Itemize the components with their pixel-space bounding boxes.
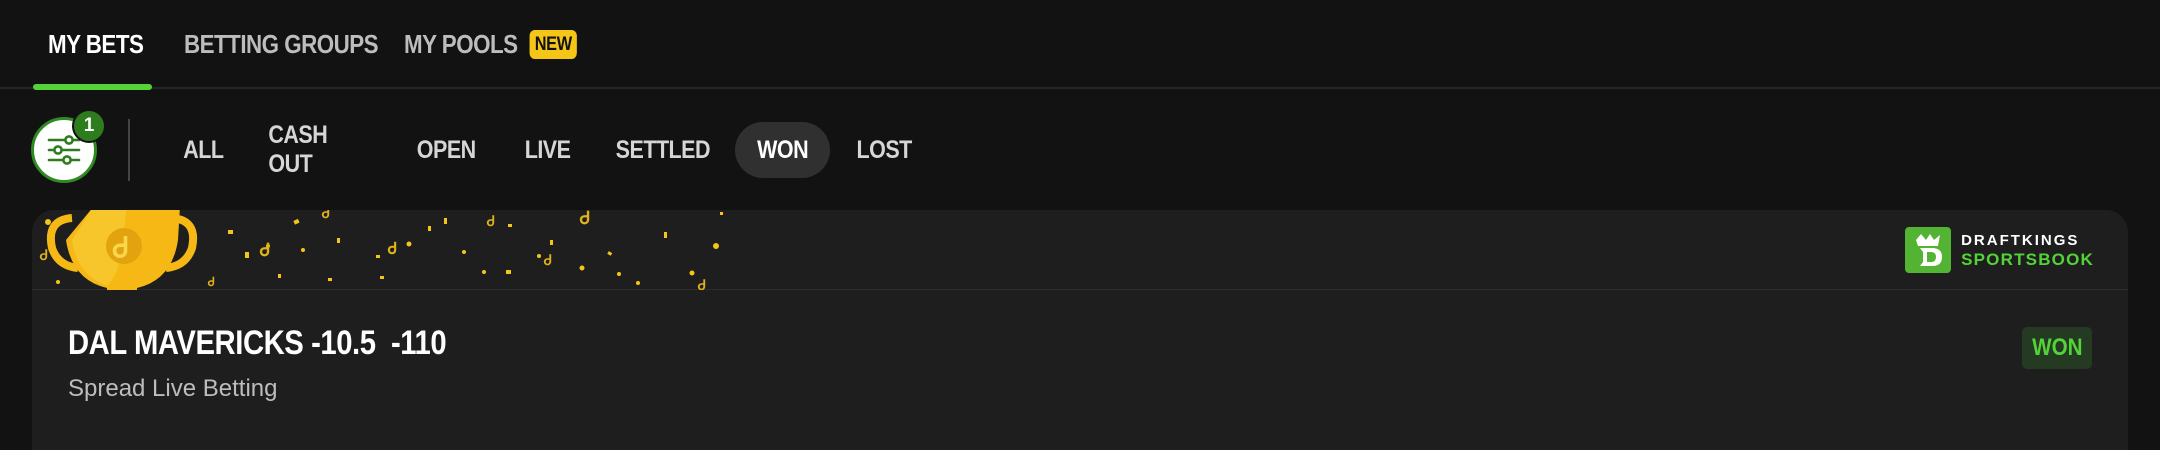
chip-label: OPEN (416, 135, 476, 164)
confetti-trophy-illustration: Ꮷ Ꮷ Ꮷ Ꮷ Ꮷ Ꮷ Ꮷ Ꮷ Ꮷ Ꮷ Ꮷ (39, 210, 723, 290)
svg-text:Ꮷ: Ꮷ (486, 214, 495, 230)
chip-settled[interactable]: SETTLED (608, 122, 718, 178)
tab-my-pools[interactable]: MY POOLS NEW (404, 0, 577, 89)
chip-lost[interactable]: LOST (846, 122, 922, 178)
status-badge: WON (2022, 327, 2092, 369)
bet-card-header: Ꮷ Ꮷ Ꮷ Ꮷ Ꮷ Ꮷ Ꮷ Ꮷ Ꮷ Ꮷ Ꮷ (32, 210, 2128, 290)
tab-betting-groups[interactable]: BETTING GROUPS (184, 0, 379, 89)
svg-text:Ꮷ: Ꮷ (207, 275, 215, 289)
svg-text:Ꮷ: Ꮷ (697, 278, 706, 290)
bet-title: DAL MAVERICKS -10.5 -110 (68, 324, 447, 362)
tab-my-bets[interactable]: MY BETS (48, 0, 144, 89)
chip-live[interactable]: LIVE (510, 122, 586, 178)
svg-text:Ꮷ: Ꮷ (321, 210, 330, 222)
bet-card[interactable]: Ꮷ Ꮷ Ꮷ Ꮷ Ꮷ Ꮷ Ꮷ Ꮷ Ꮷ Ꮷ Ꮷ (32, 210, 2128, 450)
filter-divider (128, 119, 130, 181)
svg-text:Ꮷ: Ꮷ (39, 248, 48, 264)
chip-all[interactable]: ALL (170, 122, 236, 178)
filter-sliders-icon (47, 135, 81, 165)
svg-text:Ꮷ: Ꮷ (543, 253, 552, 269)
new-badge: NEW (529, 30, 577, 59)
chip-label: CASH OUT (268, 121, 328, 178)
brand-line-1: DRAFTKINGS (1961, 231, 2080, 249)
chip-label: WON (756, 135, 809, 164)
top-nav: MY BETS BETTING GROUPS MY POOLS NEW (0, 0, 2160, 90)
svg-text:Ꮷ: Ꮷ (579, 210, 590, 229)
tab-label: MY BETS (48, 29, 144, 59)
svg-text:Ꮷ: Ꮷ (259, 240, 270, 261)
draftkings-crown-icon (1905, 227, 1952, 273)
draftkings-sportsbook-logo: DRAFTKINGS SPORTSBOOK (1905, 226, 2094, 274)
draftkings-wordmark: DRAFTKINGS SPORTSBOOK (1961, 233, 2094, 268)
chip-label: LIVE (525, 135, 571, 164)
chip-label: SETTLED (615, 135, 711, 164)
brand-line-2: SPORTSBOOK (1961, 249, 2094, 269)
tab-label: BETTING GROUPS (184, 29, 379, 59)
status-label: WON (2031, 334, 2083, 361)
svg-text:Ꮷ: Ꮷ (112, 231, 128, 264)
chip-cash-out[interactable]: CASH OUT (260, 121, 380, 178)
active-tab-indicator (33, 84, 152, 90)
chip-label: LOST (856, 135, 912, 164)
bet-type: Spread Live Betting (68, 375, 278, 402)
svg-text:Ꮷ: Ꮷ (387, 239, 397, 258)
chip-label: ALL (182, 135, 224, 164)
trophy-icon: Ꮷ (47, 210, 197, 290)
chip-won[interactable]: WON (735, 122, 830, 178)
filter-count-badge: 1 (72, 109, 106, 143)
tab-label: MY POOLS (404, 29, 518, 59)
chip-open[interactable]: OPEN (406, 122, 486, 178)
